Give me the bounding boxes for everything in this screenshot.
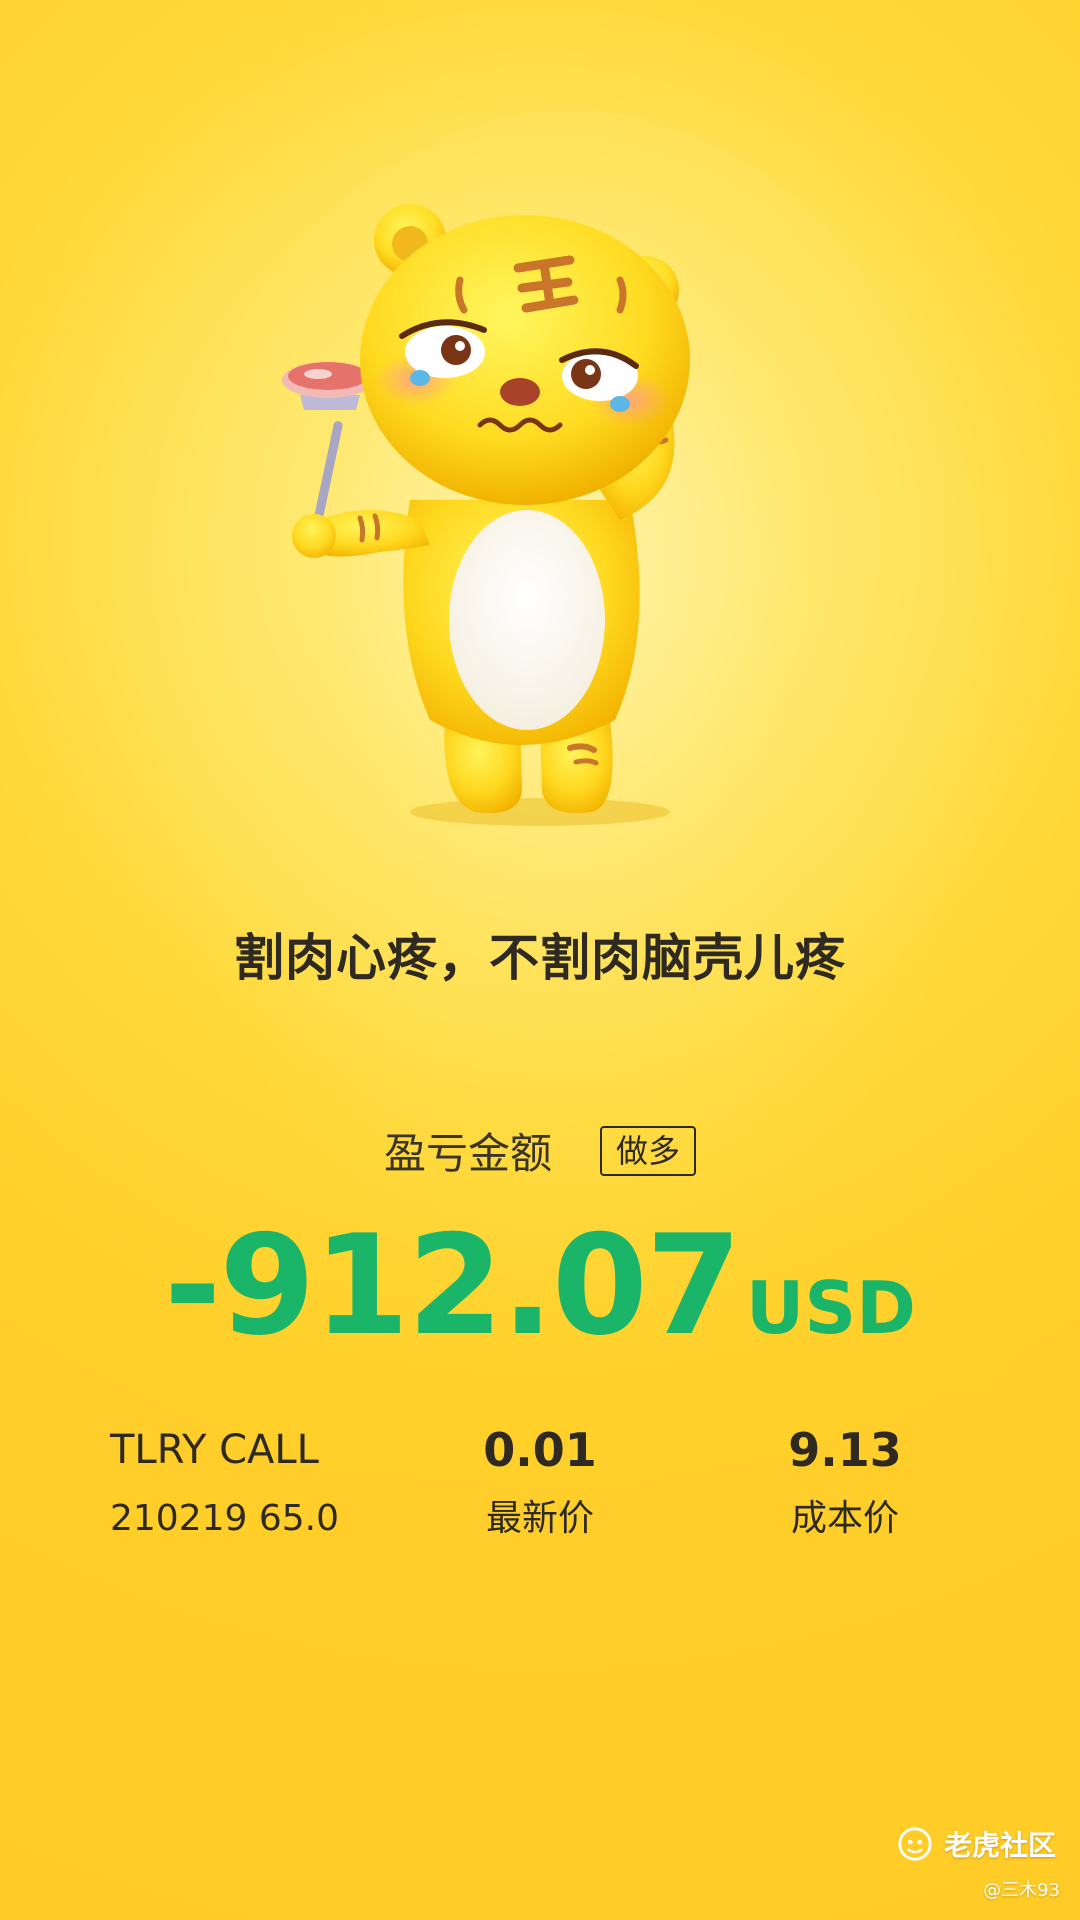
contract-symbol: TLRY CALL bbox=[110, 1427, 319, 1473]
last-price-value: 0.01 bbox=[483, 1423, 597, 1477]
user-tag: @三木93 bbox=[983, 1880, 1060, 1901]
tiger-mascot-illustration bbox=[270, 200, 790, 840]
last-price-label: 最新价 bbox=[485, 1498, 594, 1539]
direction-badge: 做多 bbox=[600, 1125, 697, 1176]
community-name: 老虎社区 bbox=[943, 1829, 1056, 1862]
pnl-currency: USD bbox=[745, 1266, 916, 1350]
pnl-label: 盈亏金额 bbox=[383, 1129, 552, 1178]
cost-price-info: 9.13 成本价 bbox=[720, 1420, 970, 1546]
community-watermark: 老虎社区 bbox=[896, 1824, 1056, 1864]
cost-price-value: 9.13 bbox=[788, 1423, 902, 1477]
last-price-info: 0.01 最新价 bbox=[420, 1420, 660, 1546]
contract-info: TLRY CALL 210219 65.0 bbox=[110, 1420, 370, 1546]
pnl-amount-value: -912.07 bbox=[164, 1205, 742, 1366]
slogan-text: 割肉心疼，不割肉脑壳儿疼 bbox=[234, 929, 846, 987]
tiger-logo-icon bbox=[898, 1827, 932, 1861]
pnl-header: 盈亏金额 做多 bbox=[0, 1120, 1080, 1181]
contract-details: 210219 65.0 bbox=[110, 1498, 340, 1539]
pnl-amount: -912.07USD bbox=[0, 1205, 1080, 1366]
position-info: TLRY CALL 210219 65.0 0.01 最新价 9.13 成本价 bbox=[0, 1420, 1080, 1560]
cost-price-label: 成本价 bbox=[790, 1498, 899, 1539]
